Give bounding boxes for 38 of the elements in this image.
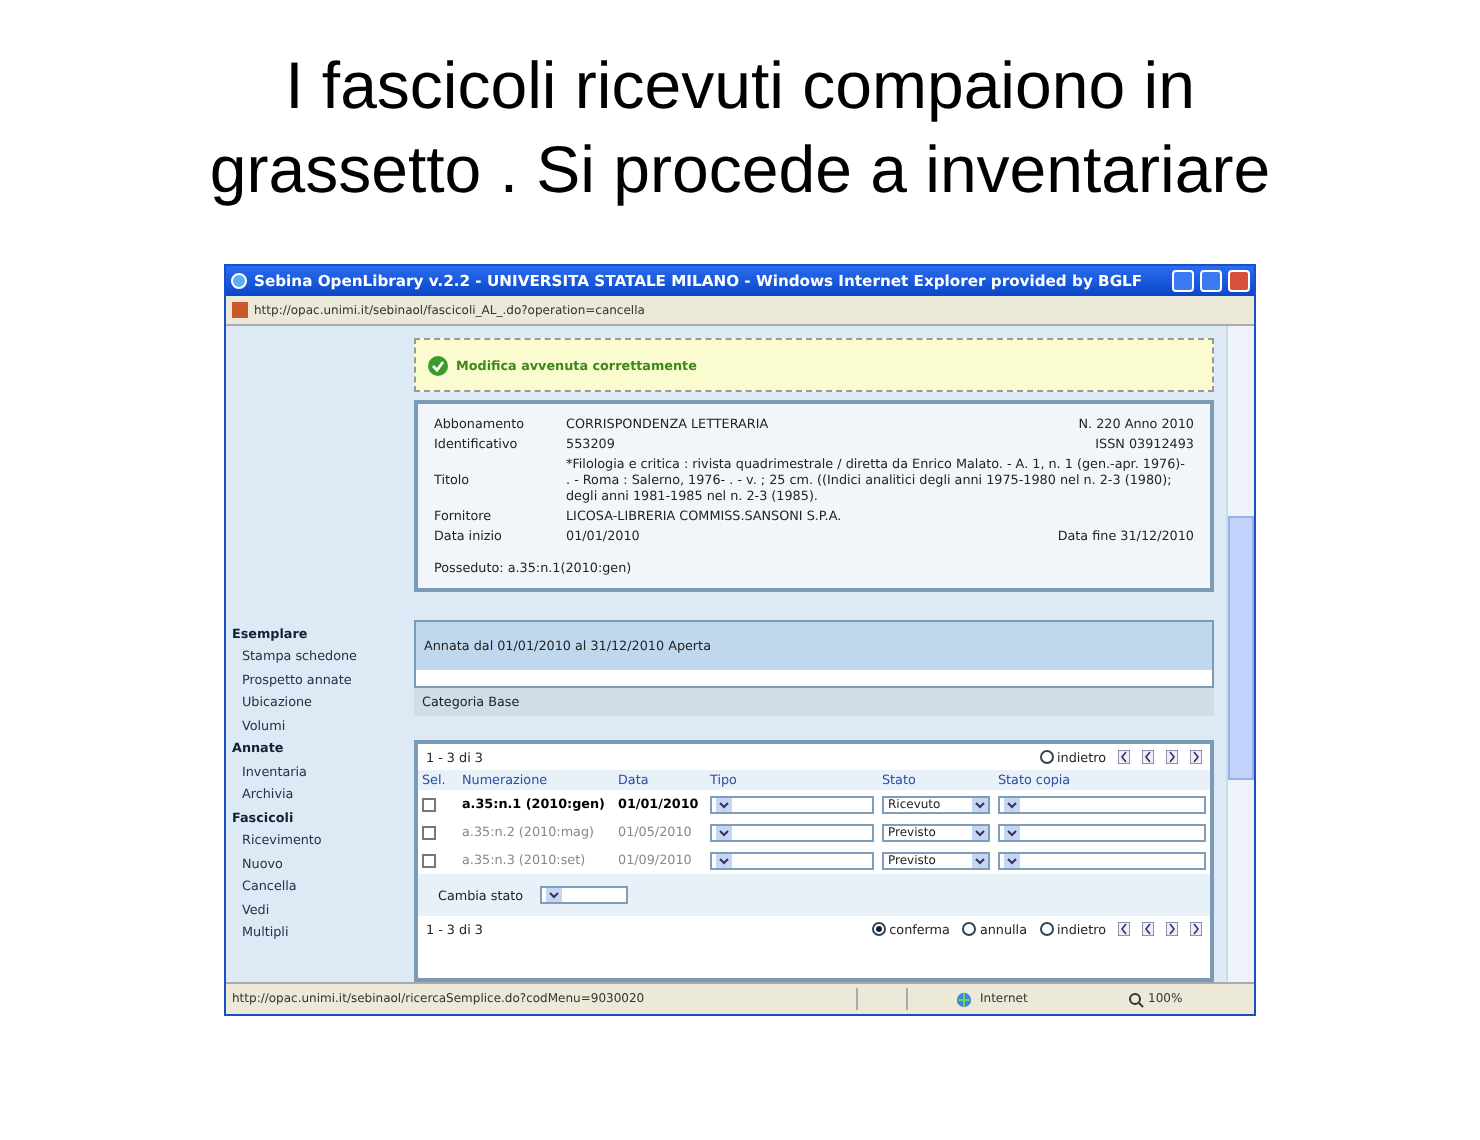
checkbox[interactable] bbox=[422, 825, 436, 839]
previous-page-icon[interactable] bbox=[1142, 922, 1154, 936]
next-page-icon[interactable] bbox=[1166, 750, 1178, 764]
minimize-button[interactable] bbox=[1172, 270, 1194, 292]
page-icon bbox=[232, 302, 248, 318]
globe-icon bbox=[956, 991, 972, 1007]
previous-page-icon[interactable] bbox=[1142, 750, 1154, 764]
chevron-down-icon bbox=[1004, 853, 1020, 867]
chevron-down-icon bbox=[716, 797, 732, 811]
check-icon bbox=[428, 355, 448, 375]
previous-page-icon[interactable] bbox=[1118, 922, 1130, 936]
next-page-icon[interactable] bbox=[1190, 922, 1202, 936]
dropdown[interactable] bbox=[710, 851, 874, 869]
chevron-down-icon bbox=[716, 825, 732, 839]
next-page-icon[interactable] bbox=[1166, 922, 1178, 936]
checkbox[interactable] bbox=[422, 853, 436, 867]
maximize-button[interactable] bbox=[1200, 270, 1222, 292]
next-page-icon[interactable] bbox=[1190, 750, 1202, 764]
previous-page-icon[interactable] bbox=[1118, 750, 1130, 764]
dropdown[interactable] bbox=[710, 795, 874, 813]
dropdown[interactable] bbox=[998, 795, 1206, 813]
checkbox[interactable] bbox=[422, 797, 436, 811]
chevron-down-icon bbox=[972, 853, 988, 867]
chevron-down-icon bbox=[972, 825, 988, 839]
dropdown[interactable] bbox=[710, 823, 874, 841]
zoom-icon bbox=[1128, 991, 1144, 1007]
chevron-down-icon bbox=[1004, 797, 1020, 811]
close-button[interactable] bbox=[1228, 270, 1250, 292]
dropdown[interactable] bbox=[998, 851, 1206, 869]
dropdown[interactable] bbox=[998, 823, 1206, 841]
dropdown[interactable] bbox=[539, 886, 628, 904]
scrollbar[interactable] bbox=[1226, 326, 1254, 982]
chevron-down-icon bbox=[545, 888, 562, 902]
browser-icon bbox=[230, 272, 248, 290]
chevron-down-icon bbox=[1004, 825, 1020, 839]
chevron-down-icon bbox=[716, 853, 732, 867]
slide-title: I fascicoli ricevuti compaiono in grassetto . Si procede a inventariare bbox=[207, 46, 1273, 210]
chevron-down-icon bbox=[972, 797, 988, 811]
